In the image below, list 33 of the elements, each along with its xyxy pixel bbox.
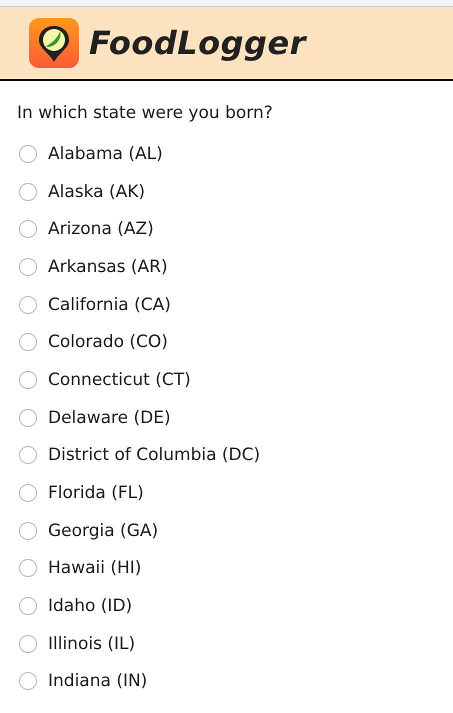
- state-option[interactable]: Delaware (DE): [17, 398, 453, 436]
- state-option[interactable]: Alabama (AL): [17, 135, 453, 173]
- question-text: In which state were you born?: [17, 103, 274, 123]
- radio-button[interactable]: [19, 446, 37, 464]
- radio-button[interactable]: [19, 333, 37, 352]
- state-option[interactable]: Georgia (GA): [17, 512, 453, 550]
- radio-button[interactable]: [19, 220, 37, 238]
- radio-button[interactable]: [19, 182, 37, 201]
- radio-button[interactable]: [19, 370, 37, 389]
- state-option[interactable]: Idaho (ID): [17, 587, 453, 625]
- radio-button[interactable]: [19, 144, 37, 163]
- radio-button[interactable]: [19, 634, 37, 653]
- state-option[interactable]: Illinois (IL): [17, 624, 453, 663]
- radio-button[interactable]: [19, 258, 37, 276]
- radio-button[interactable]: [19, 296, 37, 314]
- radio-button[interactable]: [19, 559, 37, 578]
- app-title: FoodLogger: [89, 24, 306, 62]
- state-option[interactable]: Indiana (IN): [17, 662, 453, 700]
- state-option[interactable]: District of Columbia (DC): [17, 436, 453, 474]
- state-option[interactable]: Arizona (AZ): [17, 210, 453, 248]
- map-pin-leaf-icon: [29, 18, 79, 68]
- state-option[interactable]: Colorado (CO): [17, 323, 453, 362]
- state-option[interactable]: Arkansas (AR): [17, 248, 453, 286]
- radio-button[interactable]: [19, 597, 37, 616]
- radio-button[interactable]: [19, 484, 37, 502]
- state-option[interactable]: Florida (FL): [17, 474, 453, 512]
- state-option[interactable]: Connecticut (CT): [17, 361, 453, 399]
- state-option[interactable]: Alaska (AK): [17, 172, 453, 210]
- radio-button[interactable]: [19, 672, 37, 690]
- radio-button[interactable]: [19, 522, 37, 540]
- state-option[interactable]: California (CA): [17, 286, 453, 324]
- state-option[interactable]: Hawaii (HI): [17, 550, 453, 588]
- radio-button[interactable]: [19, 408, 37, 427]
